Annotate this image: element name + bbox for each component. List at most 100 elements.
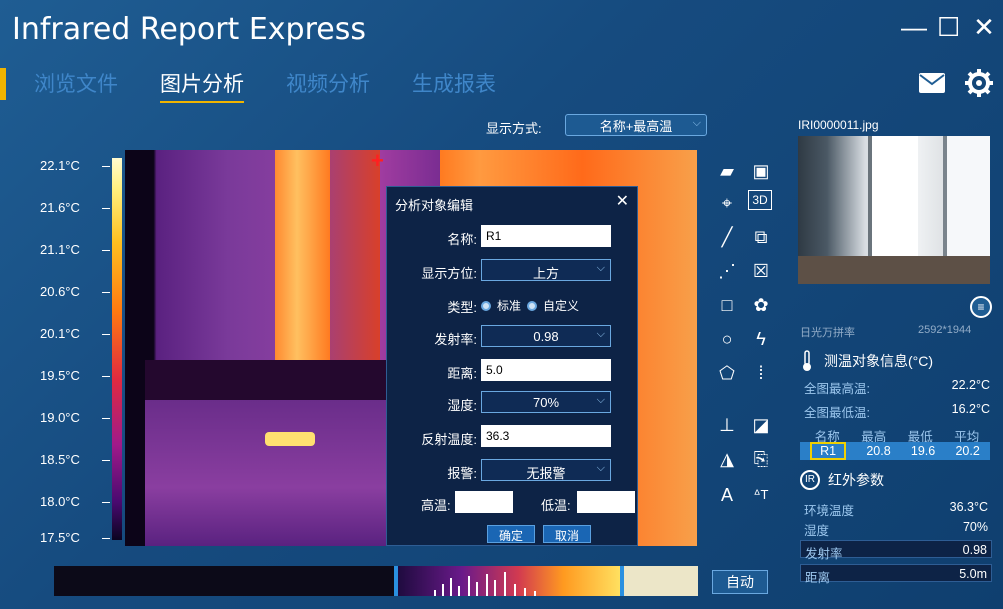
polygon-tool-icon[interactable]: ⬠: [714, 360, 740, 386]
main-tabs: 浏览文件 图片分析 视频分析 生成报表: [34, 68, 496, 103]
histogram-bar: [514, 584, 516, 596]
histogram-low-handle[interactable]: [394, 566, 398, 596]
ellipse-tool-icon[interactable]: ○: [714, 326, 740, 352]
chevron-down-icon: ⌵: [596, 262, 605, 274]
scale-tick: 20.1°C: [40, 326, 110, 341]
cancel-button[interactable]: 取消: [543, 525, 591, 543]
obscured-info-text: 日光万拼率: [800, 327, 855, 339]
color-palette-bar: [112, 158, 122, 540]
tab-generate-report[interactable]: 生成报表: [412, 68, 496, 103]
scale-tick: 19.5°C: [40, 368, 110, 383]
lightning-icon[interactable]: ϟ: [748, 326, 774, 352]
emissivity-param-label: 发射率: [805, 547, 843, 561]
low-temp-input[interactable]: [577, 491, 635, 513]
export-icon[interactable]: ⎘: [748, 446, 774, 472]
visible-light-preview[interactable]: [798, 136, 990, 284]
ok-button[interactable]: 确定: [487, 525, 535, 543]
histogram-bar: [534, 591, 536, 596]
type-label: 类型:: [447, 300, 477, 315]
alarm-select[interactable]: 无报警 ⌵: [481, 459, 611, 481]
histogram-high-handle[interactable]: [620, 566, 624, 596]
histogram-bar: [476, 582, 478, 596]
stamp-icon[interactable]: ⊥: [714, 412, 740, 438]
reflect-temp-row: 反射温度: 36.3: [387, 425, 639, 451]
type-standard-radio[interactable]: [481, 300, 491, 311]
ambient-temp-row: 环境温度 36.3°C: [800, 498, 992, 518]
auto-button[interactable]: 自动: [712, 570, 768, 594]
table-row[interactable]: R1 20.8 19.6 20.2: [800, 442, 990, 460]
gear-icon[interactable]: [964, 68, 994, 98]
name-input[interactable]: R1: [481, 225, 611, 247]
maximize-button[interactable]: ☐: [937, 12, 960, 43]
ratio-icon[interactable]: ⁞: [748, 360, 774, 386]
obscured-info-value: 2592*1944: [918, 324, 972, 336]
preview-window: [943, 136, 990, 256]
humidity-value: 70%: [532, 395, 560, 410]
scale-tick: 18.5°C: [40, 452, 110, 467]
image-filename: IRI0000011.jpg: [798, 118, 879, 132]
low-temp-label: 低温:: [541, 498, 571, 513]
open-folder-icon[interactable]: ▰: [714, 158, 740, 184]
tab-image-analysis[interactable]: 图片分析: [160, 68, 244, 103]
humidity-select[interactable]: 70% ⌵: [481, 391, 611, 413]
global-min-label: 全图最低温:: [804, 406, 870, 420]
preview-floor: [798, 256, 990, 284]
thermal-floor: [145, 400, 425, 546]
histogram-bar: [486, 574, 488, 596]
temperature-scale: 22.1°C 21.6°C 21.1°C 20.6°C 20.1°C 19.5°…: [40, 150, 130, 546]
fill-icon[interactable]: ◮: [714, 446, 740, 472]
spot-tool-icon[interactable]: ⌖: [714, 190, 740, 216]
delete-icon[interactable]: ☒: [748, 258, 774, 284]
distance-param-row: 距离 5.0m: [800, 564, 992, 585]
minimize-button[interactable]: —: [901, 12, 927, 43]
humidity-row: 湿度: 70% ⌵: [387, 391, 639, 417]
roi-max: 20.8: [866, 444, 891, 458]
emissivity-select[interactable]: 0.98 ⌵: [481, 325, 611, 347]
position-select[interactable]: 上方 ⌵: [481, 259, 611, 281]
measure-info-title: 测温对象信息(°C): [800, 350, 933, 372]
close-button[interactable]: ✕: [973, 12, 995, 43]
eraser-icon[interactable]: ◪: [748, 412, 774, 438]
temp-text-tool-icon[interactable]: ᐞT: [748, 482, 774, 508]
emissivity-param-value: 0.98: [962, 543, 987, 557]
distance-label: 距离:: [447, 366, 477, 381]
temperature-histogram[interactable]: [54, 566, 698, 596]
thermal-hotspot: [265, 432, 315, 446]
max-temp-crosshair-icon: +: [371, 150, 384, 173]
thermometer-icon: [803, 350, 811, 371]
roi-min: 19.6: [910, 444, 936, 458]
tab-browse-files[interactable]: 浏览文件: [34, 68, 118, 103]
histogram-bar: [442, 584, 444, 596]
histogram-bar: [504, 572, 506, 596]
distance-input[interactable]: 5.0: [481, 359, 611, 381]
reflect-temp-input[interactable]: 36.3: [481, 425, 611, 447]
save-icon[interactable]: ▣: [748, 158, 774, 184]
copy-icon[interactable]: ⧉: [748, 224, 774, 250]
display-mode-select[interactable]: 名称+最高温 ⌵: [565, 114, 707, 136]
tab-video-analysis[interactable]: 视频分析: [286, 68, 370, 103]
dialog-close-button[interactable]: ✕: [616, 191, 629, 211]
humidity-label: 湿度:: [447, 398, 477, 413]
rectangle-tool-icon[interactable]: □: [714, 292, 740, 318]
high-temp-input[interactable]: [455, 491, 513, 513]
chevron-down-icon: ⌵: [596, 462, 605, 474]
histogram-light-range: [620, 566, 698, 596]
ir-params-title: IR 红外参数: [800, 470, 884, 490]
note-icon[interactable]: ≡: [970, 296, 992, 318]
line-tool-icon[interactable]: ╱: [714, 224, 740, 250]
histogram-bar: [458, 586, 460, 596]
scale-tick: 21.1°C: [40, 242, 110, 257]
type-radio-group: 标准 自定义: [481, 297, 579, 314]
type-custom-radio[interactable]: [527, 300, 538, 311]
ambient-temp-value: 36.3°C: [949, 500, 988, 514]
palette-icon[interactable]: ✿: [748, 292, 774, 318]
position-row: 显示方位: 上方 ⌵: [387, 259, 639, 285]
chevron-down-icon: ⌵: [596, 328, 605, 340]
mail-icon[interactable]: [918, 72, 946, 94]
histogram-bar: [494, 580, 496, 596]
distance-param-label: 距离: [805, 571, 831, 585]
polyline-tool-icon[interactable]: ⋰: [714, 258, 740, 284]
text-tool-icon[interactable]: A: [714, 482, 740, 508]
window-title: Infrared Report Express: [12, 12, 366, 47]
3d-view-icon[interactable]: 3D: [748, 190, 772, 210]
